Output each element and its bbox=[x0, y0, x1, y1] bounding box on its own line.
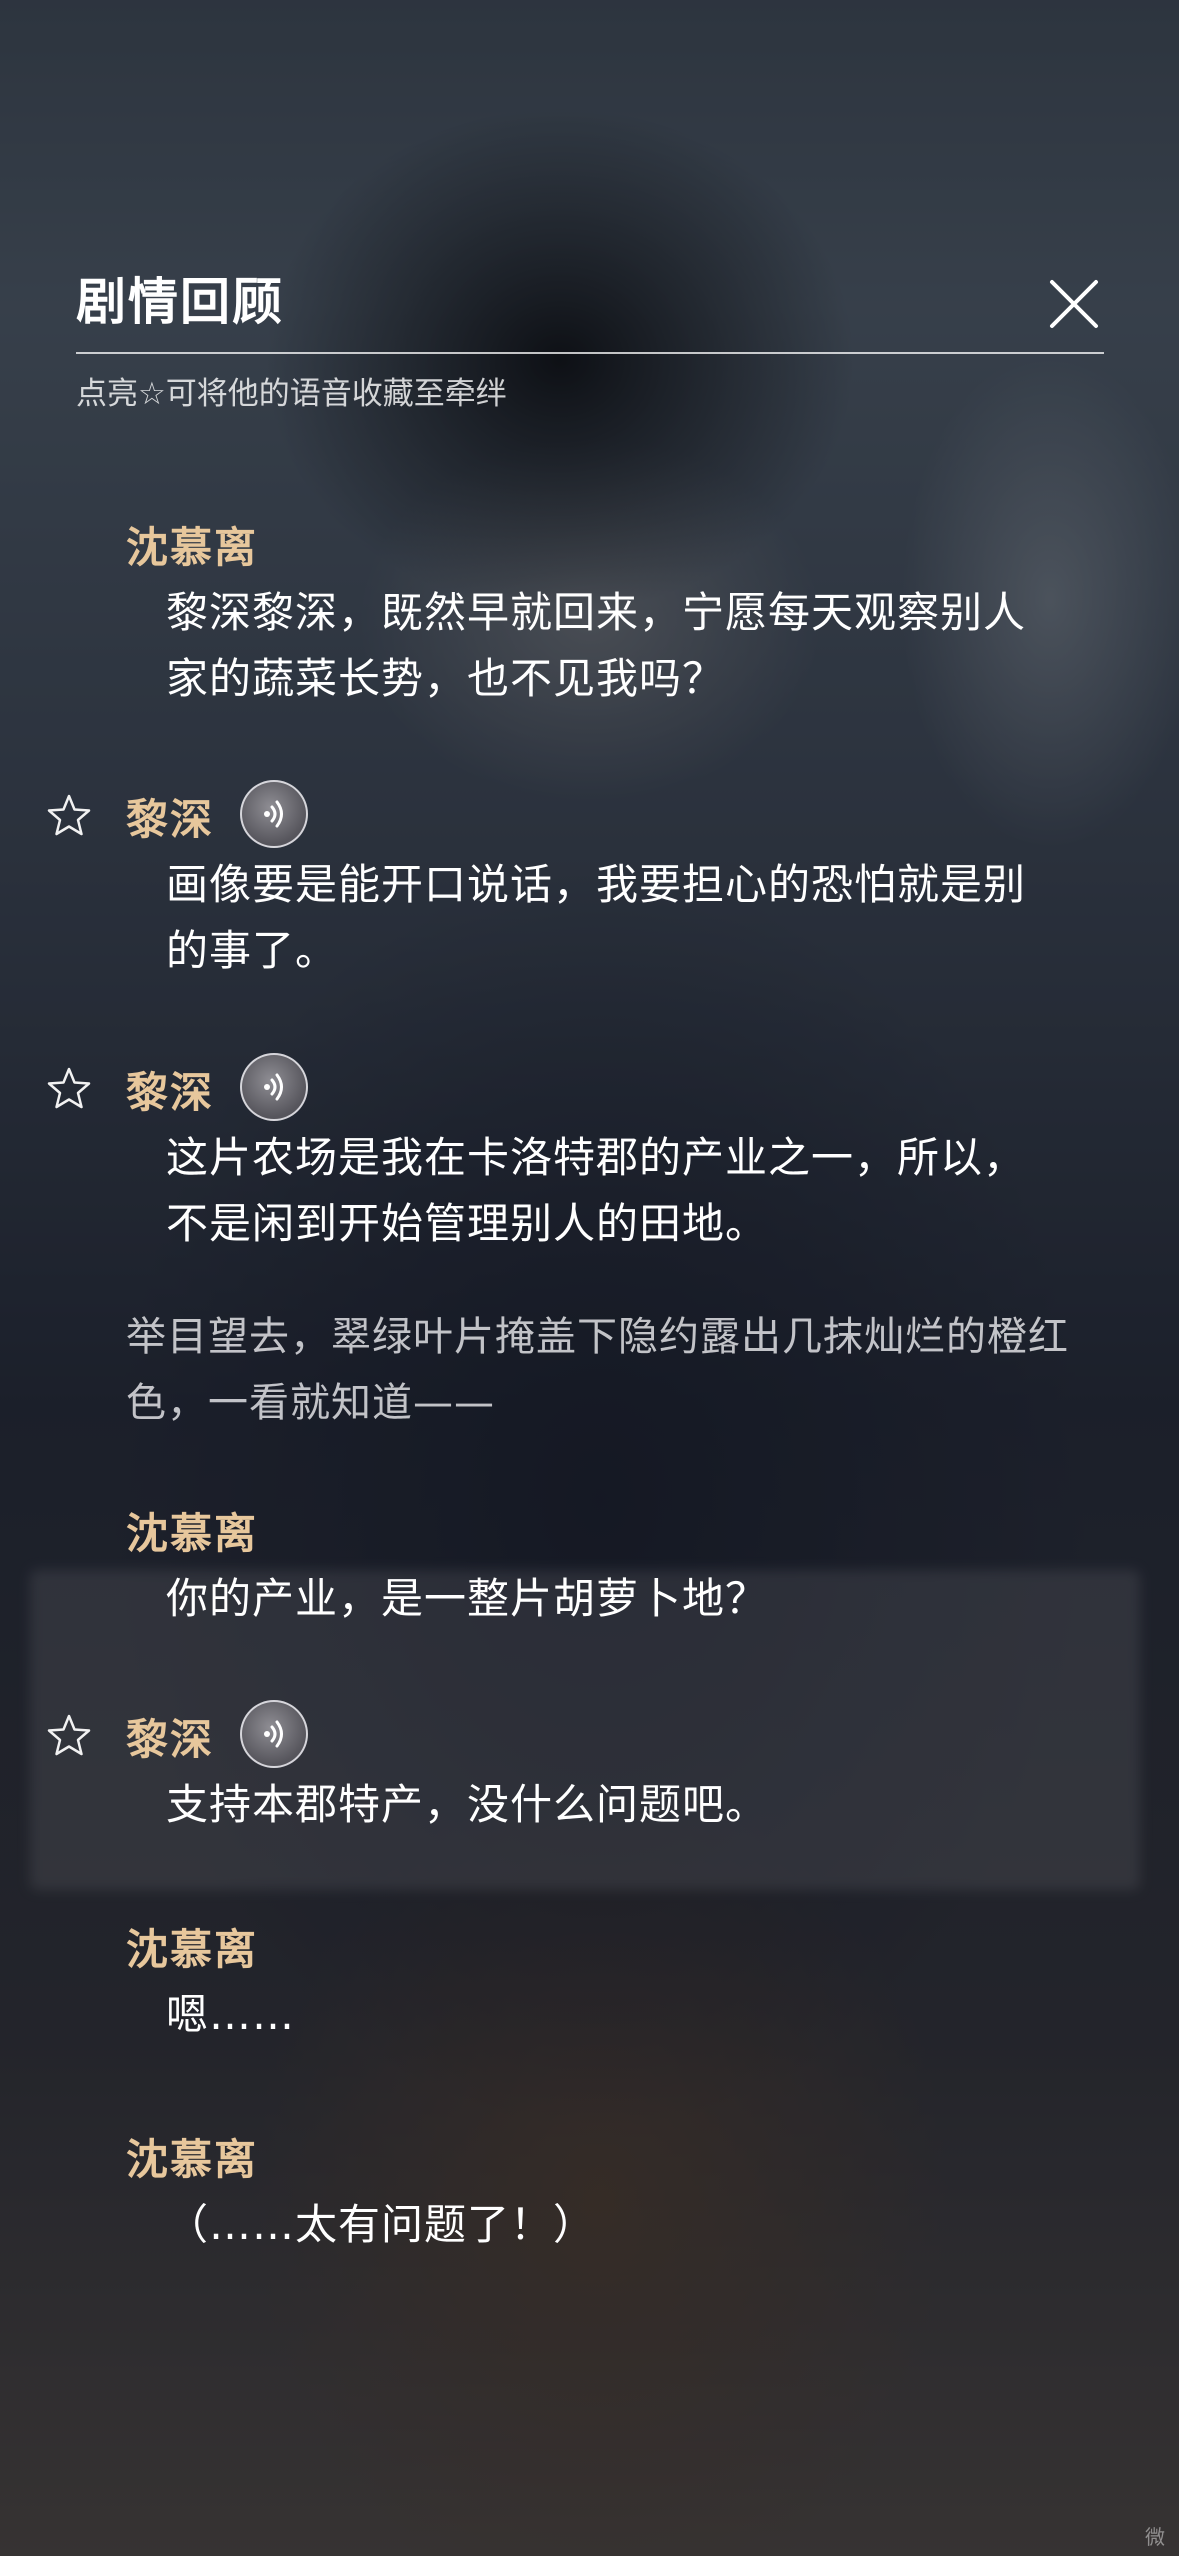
dialogue-entry: 黎深 这片农场是我在卡洛特郡的产业之一，所以，不是闲到开始管理别人的田地。 bbox=[0, 1053, 1179, 1257]
voice-play-icon bbox=[264, 800, 283, 828]
dialogue-text: 支持本郡特产，没什么问题吧。 bbox=[166, 1780, 769, 1829]
dialogue-text: 你的产业，是一整片胡萝卜地？ bbox=[166, 1574, 769, 1623]
dialogue-text: 这片农场是我在卡洛特郡的产业之一，所以，不是闲到开始管理别人的田地。 bbox=[166, 1133, 1027, 1248]
dialogue-entry: 沈慕离 （……太有问题了！） bbox=[0, 2120, 1179, 2258]
favorite-star-button[interactable] bbox=[44, 1710, 94, 1760]
narration-text: 举目望去，翠绿叶片掩盖下隐约露出几抹灿烂的橙红色，一看就知道—— bbox=[126, 1314, 1069, 1426]
voice-play-button[interactable] bbox=[240, 1053, 308, 1121]
header-divider bbox=[76, 352, 1104, 354]
favorite-star-button[interactable] bbox=[44, 1063, 94, 1113]
voice-play-button[interactable] bbox=[240, 1700, 308, 1768]
dialogue-entry: 沈慕离 你的产业，是一整片胡萝卜地？ bbox=[0, 1494, 1179, 1632]
star-outline-icon bbox=[47, 794, 91, 836]
dialogue-text: 嗯…… bbox=[166, 1990, 296, 2039]
speaker-name: 沈慕离 bbox=[126, 1925, 259, 1974]
favorite-hint: 点亮☆可将他的语音收藏至牵绊 bbox=[76, 376, 507, 412]
close-icon bbox=[1050, 280, 1098, 328]
dialogue-entry: 黎深 支持本郡特产，没什么问题吧。 bbox=[0, 1700, 1179, 1838]
speaker-name: 黎深 bbox=[126, 795, 215, 844]
speaker-name: 沈慕离 bbox=[126, 523, 259, 572]
speaker-name: 沈慕离 bbox=[126, 1509, 259, 1558]
dialogue-entry: 沈慕离 黎深黎深，既然早就回来，宁愿每天观察别人家的蔬菜长势，也不见我吗？ bbox=[0, 508, 1179, 712]
dialogue-text: 黎深黎深，既然早就回来，宁愿每天观察别人家的蔬菜长势，也不见我吗？ bbox=[166, 588, 1027, 703]
star-outline-icon bbox=[47, 1067, 91, 1109]
dialogue-entry: 黎深 画像要是能开口说话，我要担心的恐怕就是别的事了。 bbox=[0, 780, 1179, 984]
voice-play-icon bbox=[264, 1720, 283, 1748]
voice-play-button[interactable] bbox=[240, 780, 308, 848]
favorite-star-button[interactable] bbox=[44, 790, 94, 840]
speaker-name: 黎深 bbox=[126, 1068, 215, 1117]
speaker-name: 沈慕离 bbox=[126, 2135, 259, 2184]
dialogue-text: 画像要是能开口说话，我要担心的恐怕就是别的事了。 bbox=[166, 860, 1027, 975]
dialogue-entry: 沈慕离 嗯…… bbox=[0, 1910, 1179, 2048]
corner-watermark: 微 bbox=[1145, 2525, 1165, 2549]
star-outline-icon bbox=[47, 1714, 91, 1756]
speaker-name: 黎深 bbox=[126, 1715, 215, 1764]
dialogue-text: （……太有问题了！） bbox=[166, 2200, 597, 2249]
page-title: 剧情回顾 bbox=[76, 272, 284, 331]
close-button[interactable] bbox=[1042, 272, 1106, 336]
voice-play-icon bbox=[264, 1073, 283, 1101]
